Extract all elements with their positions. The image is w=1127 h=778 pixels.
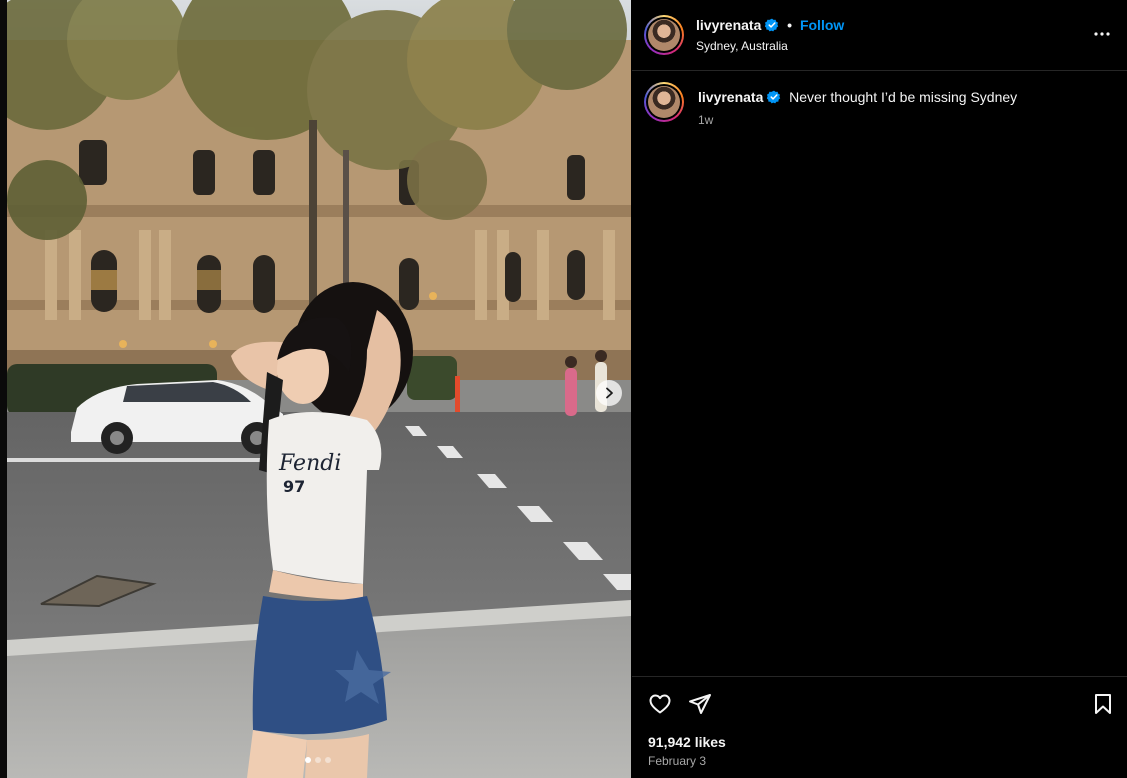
- post-photo: Fendi 97: [7, 0, 631, 778]
- left-edge: [0, 0, 7, 778]
- header-line: livyrenata • Follow: [696, 17, 844, 33]
- more-options-icon[interactable]: [1093, 24, 1111, 44]
- carousel-dot: [305, 757, 311, 763]
- carousel-next-button[interactable]: [596, 380, 622, 406]
- paper-plane-icon[interactable]: [688, 692, 712, 716]
- bookmark-icon[interactable]: [1091, 692, 1115, 716]
- svg-text:Fendi: Fendi: [278, 451, 341, 476]
- carousel-dot: [315, 757, 321, 763]
- verified-badge-icon: [765, 18, 779, 32]
- post-media[interactable]: Fendi 97: [7, 0, 631, 778]
- post-viewer: Fendi 97 livyrenata • Follow Sydney, Aus…: [0, 0, 1127, 778]
- author-avatar[interactable]: [644, 15, 684, 55]
- chevron-right-icon: [606, 387, 613, 399]
- like-count[interactable]: 91,942 likes: [648, 734, 726, 750]
- heart-icon[interactable]: [648, 692, 672, 716]
- caption-text: Never thought I’d be missing Sydney: [789, 89, 1018, 105]
- carousel-dot: [325, 757, 331, 763]
- caption-avatar[interactable]: [644, 82, 684, 122]
- post-header: livyrenata • Follow Sydney, Australia: [632, 0, 1127, 71]
- caption-timestamp[interactable]: 1w: [698, 113, 713, 127]
- carousel-indicator: [305, 757, 331, 763]
- post-caption: livyrenata Never thought I’d be missing …: [698, 88, 1108, 106]
- post-date: February 3: [648, 754, 707, 768]
- verified-badge-icon: [767, 90, 781, 104]
- post-details-panel: livyrenata • Follow Sydney, Australia li…: [632, 0, 1127, 778]
- author-username[interactable]: livyrenata: [696, 17, 761, 33]
- post-location[interactable]: Sydney, Australia: [696, 39, 788, 53]
- post-actions: 91,942 likes February 3: [632, 676, 1127, 778]
- shirt-text: 97: [283, 477, 305, 496]
- header-separator: •: [787, 17, 793, 33]
- follow-button[interactable]: Follow: [800, 17, 844, 33]
- caption-username[interactable]: livyrenata: [698, 89, 763, 105]
